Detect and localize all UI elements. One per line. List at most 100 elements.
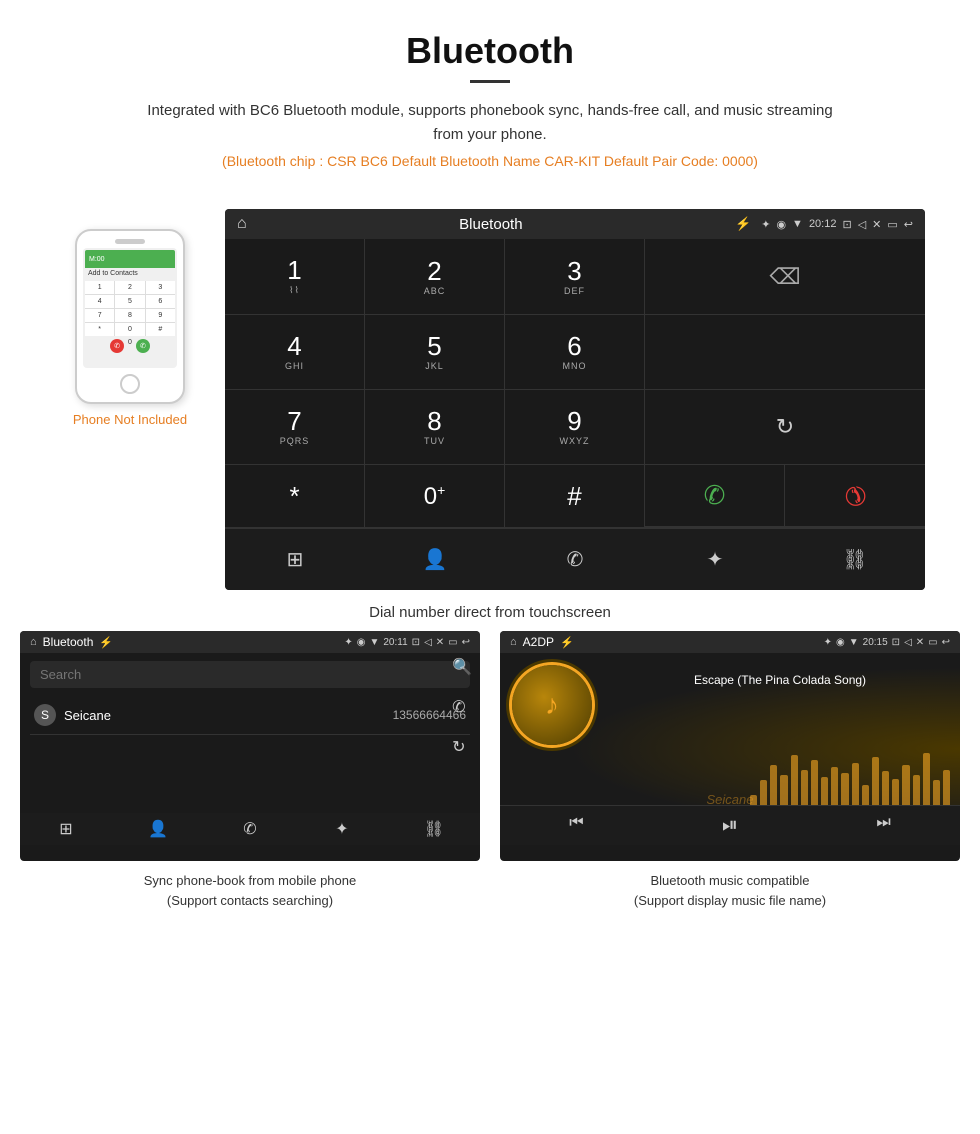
contact-avatar: S bbox=[34, 704, 56, 726]
key-7[interactable]: 7 PQRS bbox=[225, 390, 365, 465]
key-1[interactable]: 1 ⌇⌇ bbox=[225, 239, 365, 315]
contacts-screen-wrap: ⌂ Bluetooth ⚡ ✦ ◉ ▼ 20:11 ⊡ ◁ ✕ ▭ ↩ bbox=[20, 631, 480, 914]
phone-illustration: M:00 Add to Contacts 1 2 3 4 5 6 7 8 9 *… bbox=[55, 209, 205, 590]
music-album-art: ♪ bbox=[512, 665, 592, 745]
contacts-search-input[interactable] bbox=[30, 661, 470, 688]
refresh-button[interactable]: ↻ bbox=[645, 390, 925, 465]
dial-caption: Dial number direct from touchscreen bbox=[0, 590, 980, 631]
key-5[interactable]: 5 JKL bbox=[365, 315, 505, 390]
key-2[interactable]: 2 ABC bbox=[365, 239, 505, 315]
music-back-icon[interactable]: ↩ bbox=[942, 637, 950, 648]
cbn-contacts[interactable]: 👤 bbox=[112, 819, 204, 839]
cbn-dialpad[interactable]: ⊞ bbox=[20, 819, 112, 839]
music-screen-icon: ▭ bbox=[928, 637, 937, 648]
nav-link[interactable]: ⛓ bbox=[785, 539, 925, 580]
bluetooth-status-icon: ✦ bbox=[761, 218, 770, 231]
phone-key-7: 7 bbox=[85, 309, 114, 322]
prev-button[interactable]: ⏮ bbox=[569, 814, 583, 837]
status-icons: ✦ ◉ ▼ 20:12 ⊡ ◁ ✕ ▭ ↩ bbox=[761, 218, 913, 231]
music-screen-title: A2DP bbox=[523, 635, 554, 649]
phone-key-5: 5 bbox=[115, 295, 144, 308]
phone-key-3: 3 bbox=[146, 281, 175, 294]
contacts-loc-icon: ◉ bbox=[357, 637, 366, 648]
key-4[interactable]: 4 GHI bbox=[225, 315, 365, 390]
phone-bottom-row: ✆ 0 ✆ bbox=[85, 336, 175, 356]
music-home-icon[interactable]: ⌂ bbox=[510, 636, 517, 648]
cbn-link[interactable]: ⛓ bbox=[388, 819, 480, 839]
bottom-screens: ⌂ Bluetooth ⚡ ✦ ◉ ▼ 20:11 ⊡ ◁ ✕ ▭ ↩ bbox=[0, 631, 980, 924]
contacts-caption: Sync phone-book from mobile phone (Suppo… bbox=[20, 861, 480, 914]
contacts-screen-icon: ▭ bbox=[448, 637, 457, 648]
contacts-screen: ⌂ Bluetooth ⚡ ✦ ◉ ▼ 20:11 ⊡ ◁ ✕ ▭ ↩ bbox=[20, 631, 480, 861]
dial-status-bar: ⌂ Bluetooth ⚡ ✦ ◉ ▼ 20:12 ⊡ ◁ ✕ ▭ ↩ bbox=[225, 209, 925, 239]
music-screen-inner: ♪ Escape (The Pina Colada Song) Seicane … bbox=[500, 653, 960, 845]
bluetooth-info: (Bluetooth chip : CSR BC6 Default Blueto… bbox=[20, 153, 960, 169]
call-button[interactable]: ✆ bbox=[645, 465, 785, 527]
screen-header-text: M:00 bbox=[89, 256, 105, 263]
key-3[interactable]: 3 DEF bbox=[505, 239, 645, 315]
music-wifi-icon: ▼ bbox=[849, 637, 859, 648]
contacts-vol-icon: ◁ bbox=[424, 637, 432, 648]
back-icon[interactable]: ↩ bbox=[904, 218, 913, 231]
contacts-back-icon[interactable]: ↩ bbox=[462, 637, 470, 648]
contacts-wifi-icon: ▼ bbox=[369, 637, 379, 648]
screen-icon: ▭ bbox=[887, 218, 897, 231]
music-screen: ⌂ A2DP ⚡ ✦ ◉ ▼ 20:15 ⊡ ◁ ✕ ▭ ↩ bbox=[500, 631, 960, 861]
key-8[interactable]: 8 TUV bbox=[365, 390, 505, 465]
music-time: 20:15 bbox=[863, 637, 888, 648]
contacts-close-icon[interactable]: ✕ bbox=[436, 637, 444, 648]
contacts-home-icon[interactable]: ⌂ bbox=[30, 636, 37, 648]
phone-not-included-label: Phone Not Included bbox=[73, 412, 187, 427]
music-bt-icon: ✦ bbox=[824, 637, 832, 648]
phone-screen-header: M:00 bbox=[85, 250, 175, 268]
keypad-grid: 1 ⌇⌇ 2 ABC 3 DEF ⌫ 4 GHI 5 JKL bbox=[225, 239, 925, 528]
phone-end-call: ✆ bbox=[110, 339, 124, 353]
title-underline bbox=[470, 80, 510, 83]
end-call-button[interactable]: ✆ bbox=[785, 465, 925, 527]
page-title: Bluetooth bbox=[20, 30, 960, 72]
nav-dialpad[interactable]: ⊞ bbox=[225, 539, 365, 580]
phone-key-0: 0 bbox=[115, 323, 144, 336]
home-icon[interactable]: ⌂ bbox=[237, 215, 247, 233]
key-0[interactable]: 0+ bbox=[365, 465, 505, 528]
contact-name: Seicane bbox=[64, 708, 393, 723]
key-9[interactable]: 9 WXYZ bbox=[505, 390, 645, 465]
contacts-bt-icon: ✦ bbox=[344, 637, 352, 648]
play-pause-button[interactable]: ⏯ bbox=[722, 814, 738, 837]
empty-action-1 bbox=[645, 315, 925, 390]
dial-bottom-nav: ⊞ 👤 ✆ ✦ ⛓ bbox=[225, 528, 925, 590]
call-icon[interactable]: ✆ bbox=[452, 697, 472, 717]
next-button[interactable]: ⏭ bbox=[876, 814, 890, 837]
phone-screen: M:00 Add to Contacts 1 2 3 4 5 6 7 8 9 *… bbox=[83, 248, 177, 368]
description-text: Integrated with BC6 Bluetooth module, su… bbox=[140, 99, 840, 147]
key-star[interactable]: * bbox=[225, 465, 365, 528]
wifi-icon: ▼ bbox=[792, 218, 803, 230]
contacts-status-bar: ⌂ Bluetooth ⚡ ✦ ◉ ▼ 20:11 ⊡ ◁ ✕ ▭ ↩ bbox=[20, 631, 480, 653]
phone-key-6: 6 bbox=[146, 295, 175, 308]
music-close-icon[interactable]: ✕ bbox=[916, 637, 924, 648]
key-6[interactable]: 6 MNO bbox=[505, 315, 645, 390]
contacts-list: S Seicane 13566664466 bbox=[20, 696, 480, 735]
volume-icon: ◁ bbox=[858, 218, 866, 231]
call-buttons: ✆ ✆ bbox=[645, 465, 925, 528]
cbn-bluetooth[interactable]: ✦ bbox=[296, 819, 388, 839]
nav-calls[interactable]: ✆ bbox=[505, 539, 645, 580]
search-icon[interactable]: 🔍 bbox=[452, 657, 472, 677]
music-cam-icon: ⊡ bbox=[892, 637, 900, 648]
contacts-usb-icon: ⚡ bbox=[99, 636, 113, 649]
phone-image: M:00 Add to Contacts 1 2 3 4 5 6 7 8 9 *… bbox=[75, 229, 185, 404]
music-usb-icon: ⚡ bbox=[560, 636, 574, 649]
phone-keypad: 1 2 3 4 5 6 7 8 9 * 0 # bbox=[85, 281, 175, 336]
music-status-bar: ⌂ A2DP ⚡ ✦ ◉ ▼ 20:15 ⊡ ◁ ✕ ▭ ↩ bbox=[500, 631, 960, 653]
contacts-screen-title: Bluetooth bbox=[43, 635, 94, 649]
backspace-button[interactable]: ⌫ bbox=[645, 239, 925, 315]
refresh-icon[interactable]: ↻ bbox=[452, 737, 472, 757]
cbn-calls[interactable]: ✆ bbox=[204, 819, 296, 839]
close-icon[interactable]: ✕ bbox=[872, 218, 881, 231]
contact-row[interactable]: S Seicane 13566664466 bbox=[30, 696, 470, 735]
contacts-status-icons: ✦ ◉ ▼ 20:11 ⊡ ◁ ✕ ▭ ↩ bbox=[344, 637, 470, 648]
nav-contacts[interactable]: 👤 bbox=[365, 539, 505, 580]
phone-key-2: 2 bbox=[115, 281, 144, 294]
key-hash[interactable]: # bbox=[505, 465, 645, 528]
nav-bluetooth[interactable]: ✦ bbox=[645, 539, 785, 580]
